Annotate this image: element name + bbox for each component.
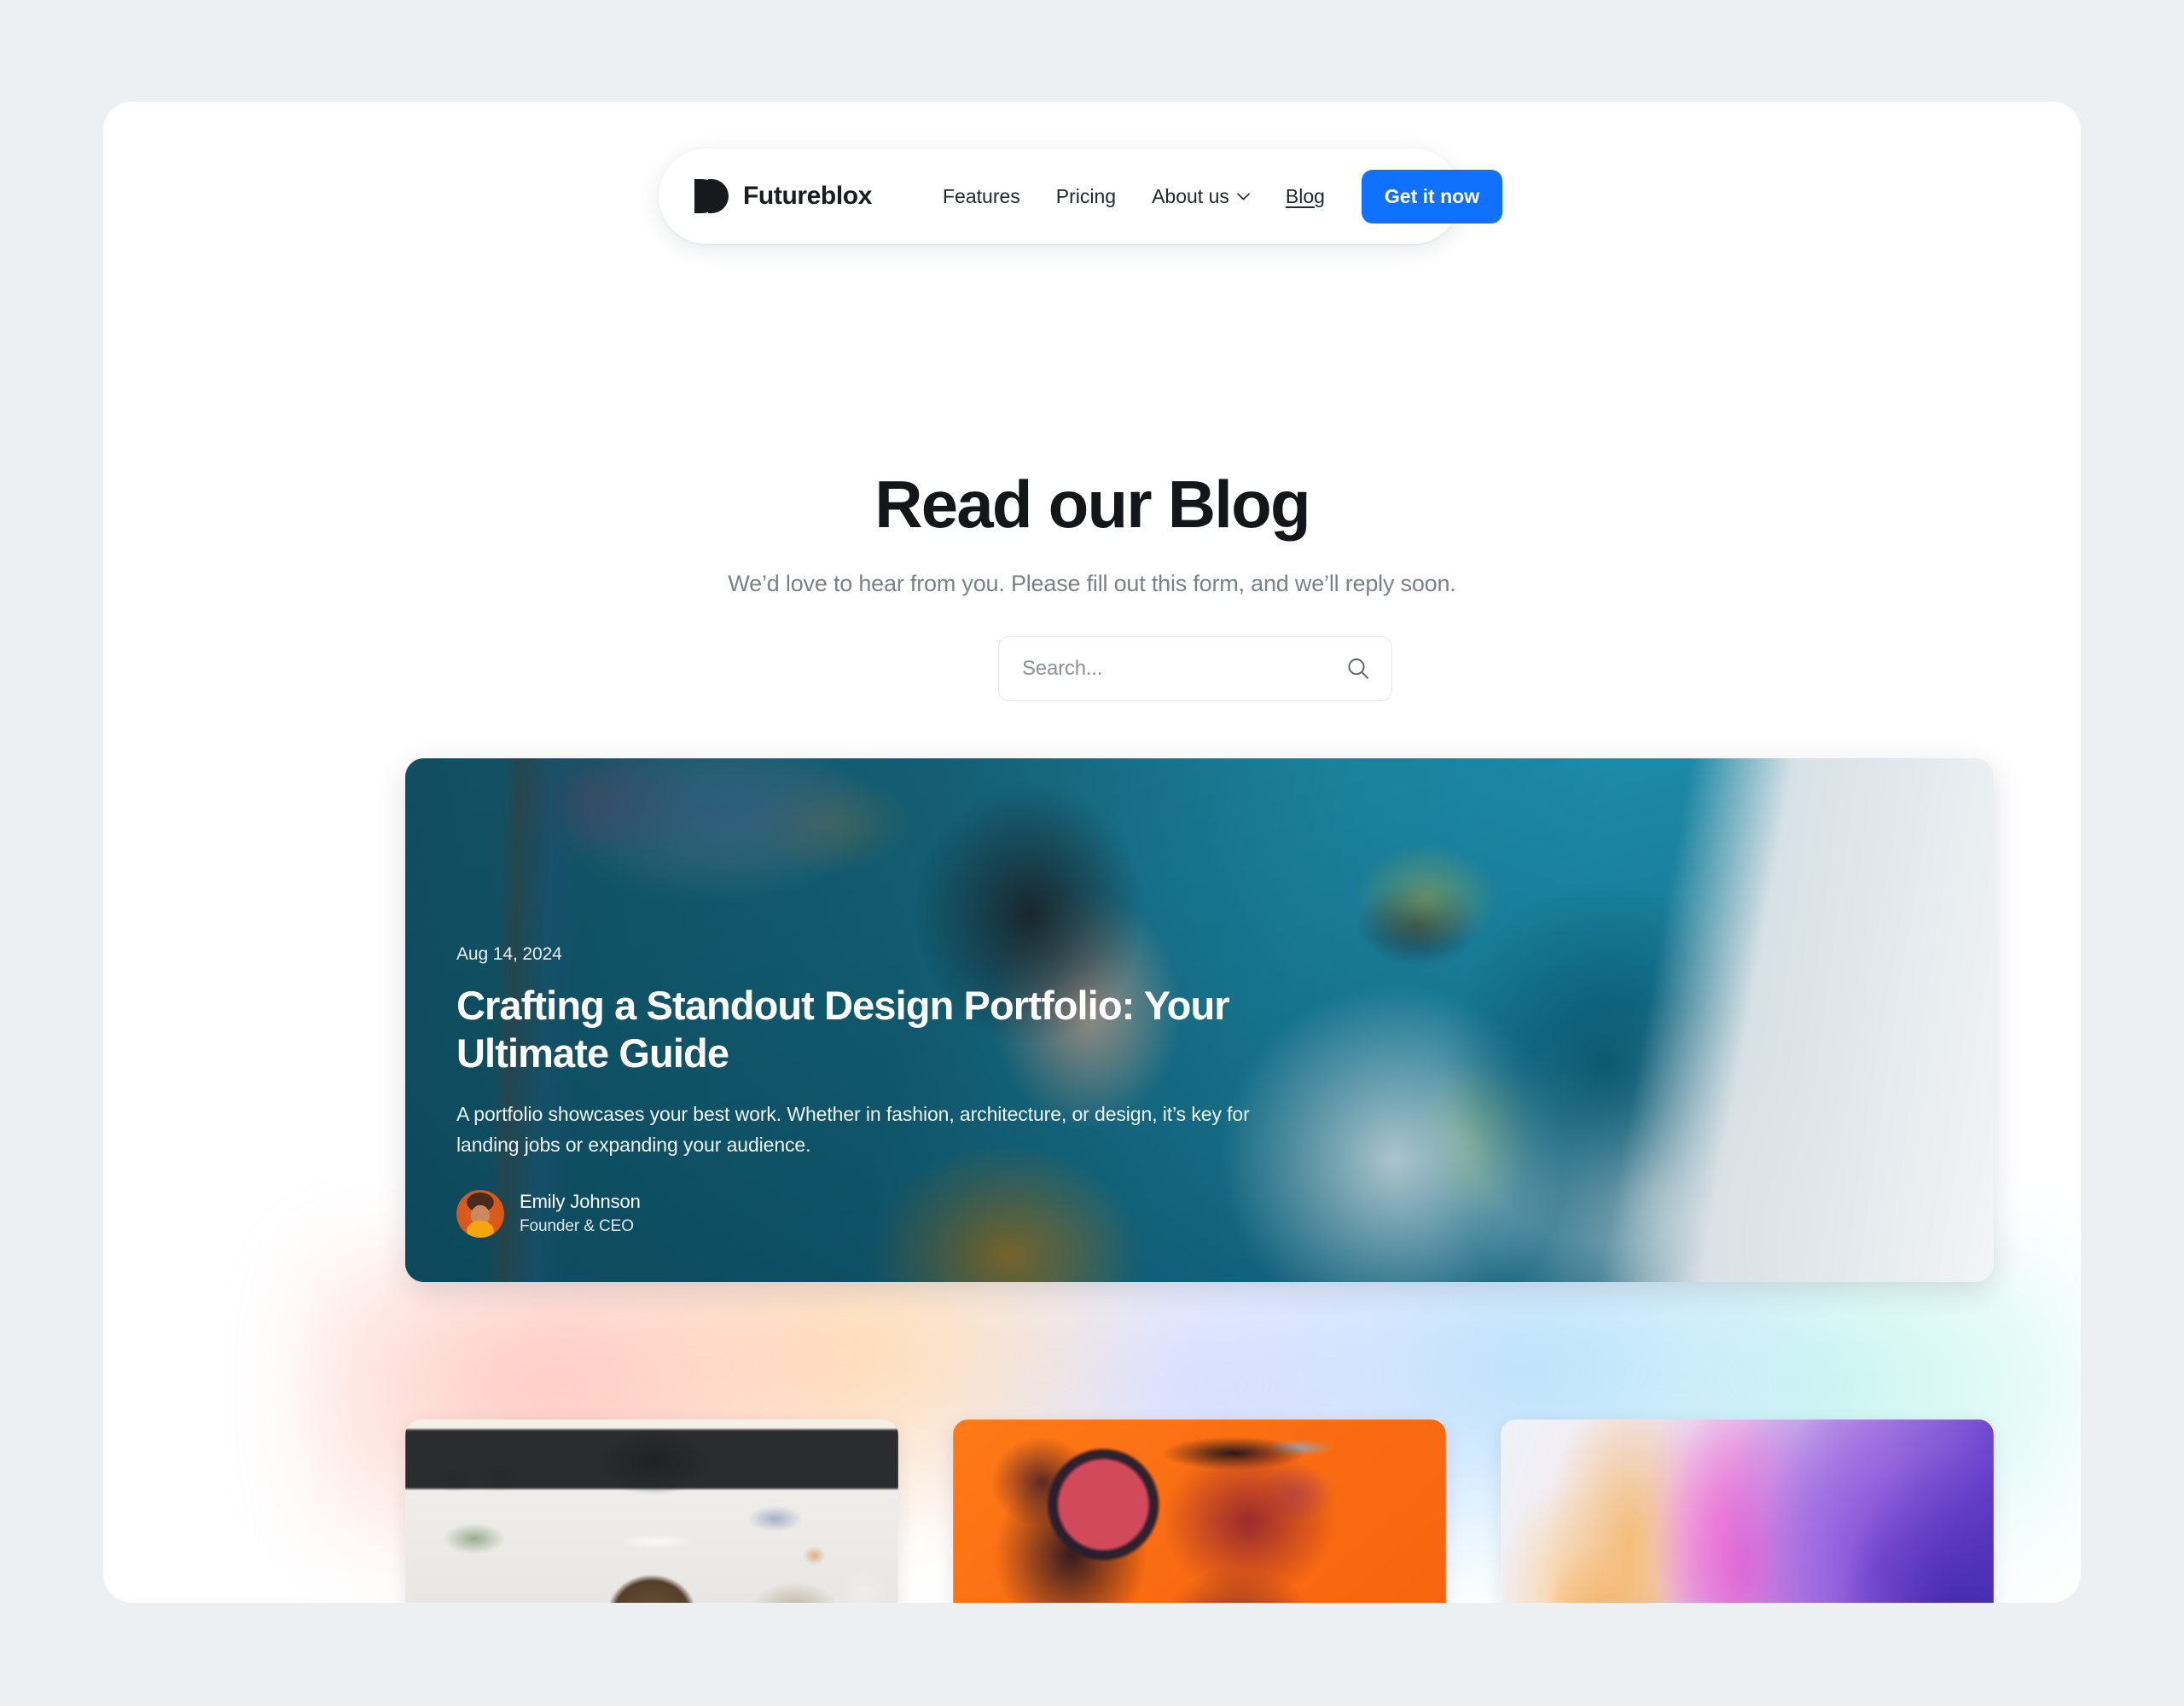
nav-link-features[interactable]: Features bbox=[925, 177, 1038, 217]
post-card-headphones-image bbox=[953, 1419, 1446, 1603]
featured-post-body: Aug 14, 2024 Crafting a Standout Design … bbox=[456, 944, 1327, 1238]
page-subtitle: We’d love to hear from you. Please fill … bbox=[728, 571, 1456, 596]
nav-link-about-us-label: About us bbox=[1152, 184, 1229, 207]
post-cards-row bbox=[405, 1419, 1994, 1603]
nav-link-pricing-label: Pricing bbox=[1055, 184, 1117, 207]
page-title: Read our Blog bbox=[874, 467, 1310, 542]
nav-link-features-label: Features bbox=[943, 184, 1020, 207]
search-icon[interactable] bbox=[1345, 656, 1371, 682]
page-panel: Futureblox Features Pricing About us Blo… bbox=[103, 102, 2081, 1603]
chevron-down-icon bbox=[1237, 192, 1250, 200]
brand-name: Futureblox bbox=[743, 182, 872, 210]
futureblox-logo-icon bbox=[694, 179, 729, 213]
search-input[interactable] bbox=[1022, 657, 1345, 681]
featured-post-author: Emily Johnson Founder & CEO bbox=[456, 1189, 1327, 1238]
author-role: Founder & CEO bbox=[520, 1216, 634, 1235]
nav-links: Features Pricing About us Blog bbox=[925, 177, 1343, 217]
nav-link-about-us[interactable]: About us bbox=[1134, 177, 1268, 217]
navbar: Futureblox Features Pricing About us Blo… bbox=[659, 148, 1503, 244]
featured-post-date: Aug 14, 2024 bbox=[456, 944, 562, 965]
nav-link-blog-label: Blog bbox=[1285, 184, 1325, 207]
featured-post-excerpt: A portfolio showcases your best work. Wh… bbox=[456, 1103, 1250, 1156]
search-field[interactable] bbox=[998, 636, 1392, 701]
post-card-desk-image bbox=[405, 1419, 898, 1603]
author-text: Emily Johnson Founder & CEO bbox=[520, 1189, 641, 1238]
post-card-abstract[interactable] bbox=[1501, 1419, 1994, 1603]
featured-post-card[interactable]: Aug 14, 2024 Crafting a Standout Design … bbox=[405, 758, 1994, 1282]
post-card-headphones[interactable] bbox=[953, 1419, 1446, 1603]
get-it-now-button[interactable]: Get it now bbox=[1361, 169, 1503, 223]
featured-post-title: Crafting a Standout Design Portfolio: Yo… bbox=[456, 983, 1230, 1076]
post-card-abstract-image bbox=[1501, 1419, 1994, 1603]
nav-link-blog[interactable]: Blog bbox=[1268, 177, 1343, 217]
author-name: Emily Johnson bbox=[520, 1191, 641, 1213]
post-card-desk[interactable] bbox=[405, 1419, 898, 1603]
nav-link-pricing[interactable]: Pricing bbox=[1038, 177, 1134, 217]
avatar bbox=[456, 1189, 504, 1238]
brand-logo[interactable]: Futureblox bbox=[694, 178, 872, 214]
